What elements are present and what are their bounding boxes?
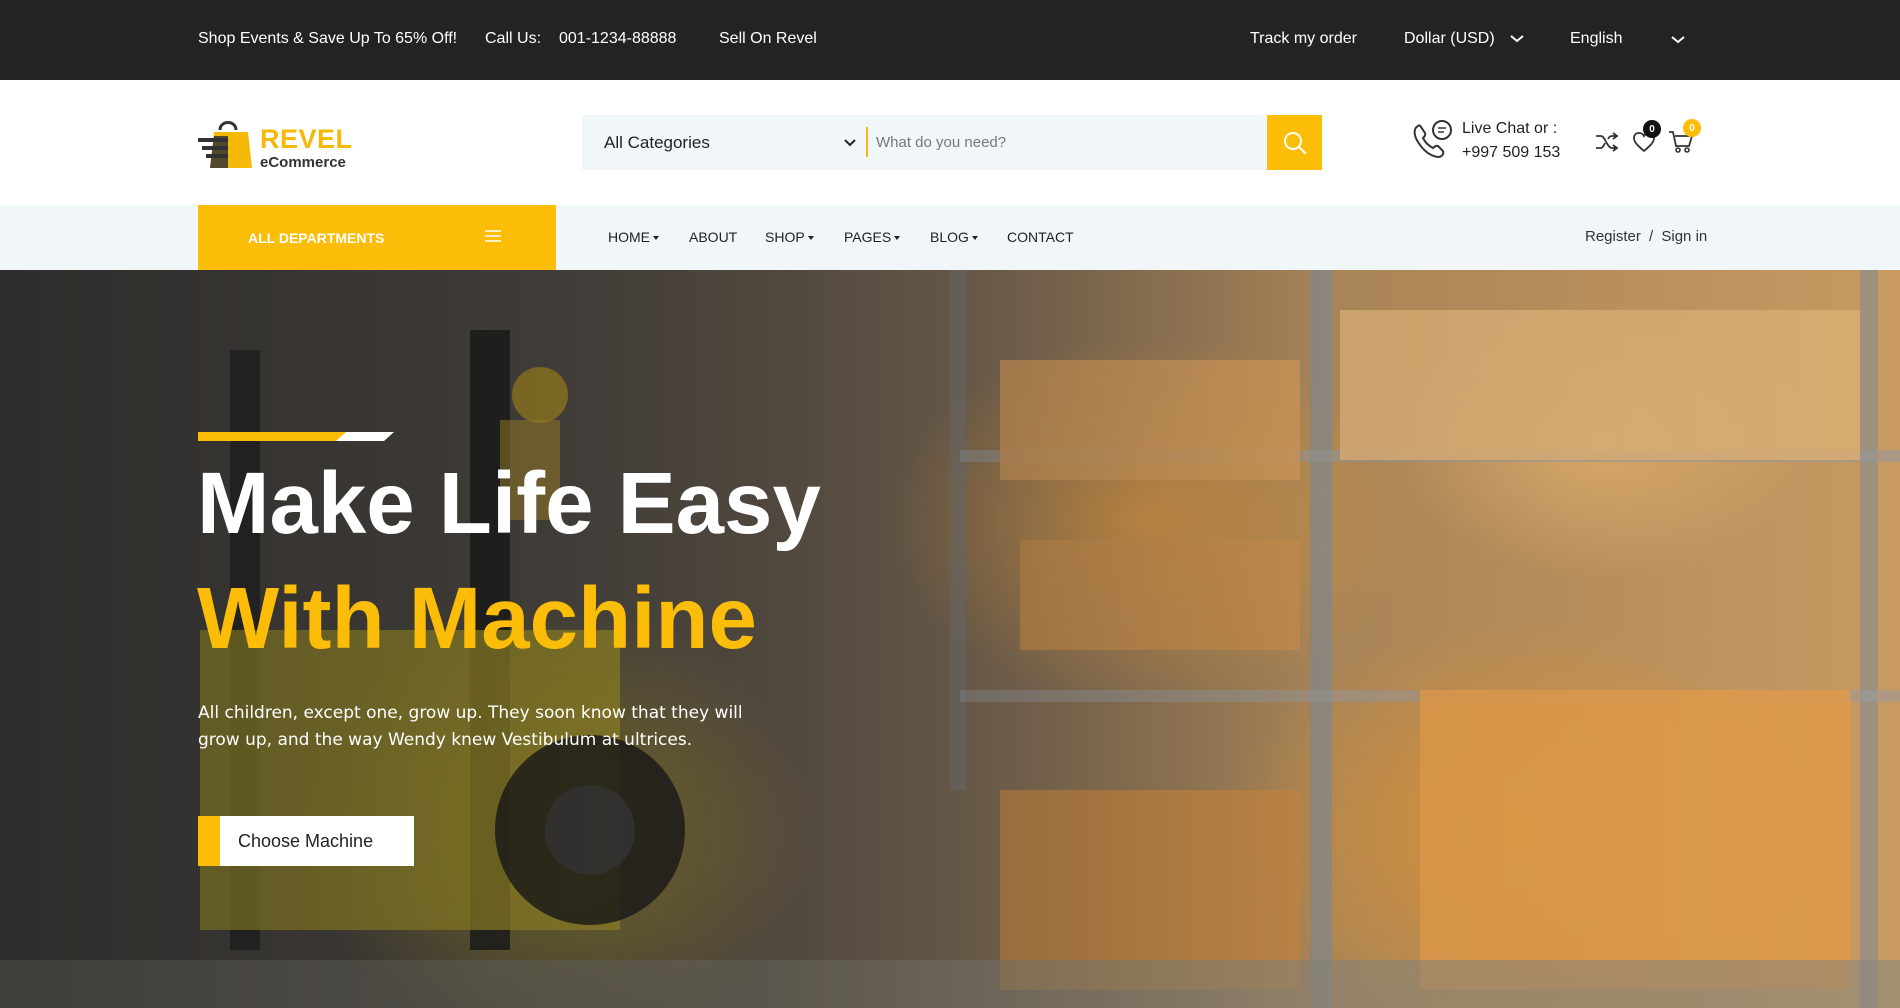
caret-down-icon <box>971 236 978 240</box>
category-select[interactable]: All Categories <box>604 133 710 153</box>
signin-link[interactable]: Sign in <box>1661 228 1707 245</box>
hero-description: All children, except one, grow up. They … <box>198 703 743 750</box>
chevron-down-icon[interactable] <box>844 139 856 147</box>
nav-item-blog[interactable]: BLOG <box>930 229 978 245</box>
track-order-link[interactable]: Track my order <box>1250 30 1357 48</box>
register-link[interactable]: Register <box>1585 228 1641 245</box>
site-header: REVEL eCommerce All Categories Live Chat… <box>0 80 1900 205</box>
live-chat-label: Live Chat or : <box>1462 120 1558 137</box>
hero-title-line1: Make Life Easy <box>197 455 821 552</box>
search-bar: All Categories <box>582 115 1322 170</box>
currency-select[interactable]: Dollar (USD) <box>1404 30 1525 48</box>
chevron-down-icon <box>1510 34 1524 43</box>
cart-count-badge: 0 <box>1683 119 1701 137</box>
chevron-down-icon[interactable] <box>1670 35 1686 45</box>
nav-label: BLOG <box>930 229 969 245</box>
nav-label: HOME <box>608 229 650 245</box>
caret-down-icon <box>653 236 659 240</box>
nav-label: PAGES <box>844 229 892 245</box>
search-divider <box>866 127 868 157</box>
logo-subtitle: eCommerce <box>260 154 346 171</box>
top-bar: Shop Events & Save Up To 65% Off! Call U… <box>0 0 1900 80</box>
phone-chat-icon <box>1413 120 1452 159</box>
auth-separator: / <box>1649 228 1654 245</box>
choose-machine-button[interactable]: Choose Machine <box>198 816 414 866</box>
site-logo[interactable]: REVEL eCommerce <box>198 116 358 172</box>
search-button[interactable] <box>1267 115 1322 170</box>
nav-item-shop[interactable]: SHOP <box>765 229 814 245</box>
call-label: Call Us: <box>485 30 542 47</box>
caret-down-icon <box>807 236 814 240</box>
caret-down-icon <box>894 236 901 240</box>
compare-button[interactable] <box>1593 128 1621 156</box>
language-label: English <box>1570 30 1623 47</box>
shuffle-icon <box>1596 132 1619 152</box>
hero-banner: Make Life Easy With Machine All children… <box>0 270 1900 1008</box>
all-departments-button[interactable]: ALL DEPARTMENTS <box>198 205 556 270</box>
language-select[interactable]: English <box>1570 30 1622 48</box>
title-accent-bar <box>198 432 394 441</box>
live-chat-contact[interactable]: Live Chat or : +997 509 153 <box>1410 118 1590 168</box>
menu-icon <box>485 230 501 242</box>
main-navigation: ALL DEPARTMENTS HOME ABOUT SHOP PAGES BL… <box>0 205 1900 270</box>
phone-link[interactable]: 001-1234-88888 <box>559 30 676 48</box>
nav-item-about[interactable]: ABOUT <box>689 229 737 245</box>
all-departments-label: ALL DEPARTMENTS <box>248 230 385 246</box>
live-chat-phone: +997 509 153 <box>1462 144 1561 161</box>
search-input[interactable] <box>876 115 1276 170</box>
search-icon <box>1283 131 1307 155</box>
nav-item-pages[interactable]: PAGES <box>844 229 901 245</box>
hero-title-line2: With Machine <box>197 570 757 667</box>
nav-label: ABOUT <box>689 229 738 245</box>
logo-brand: REVEL <box>260 124 353 154</box>
promo-text: Shop Events & Save Up To 65% Off! <box>198 30 458 47</box>
nav-item-contact[interactable]: CONTACT <box>1007 229 1074 245</box>
nav-label: SHOP <box>765 229 805 245</box>
wishlist-count-badge: 0 <box>1643 120 1661 138</box>
nav-label: CONTACT <box>1007 229 1074 245</box>
auth-links: Register / Sign in <box>1585 228 1707 245</box>
sell-link[interactable]: Sell On Revel <box>719 30 817 48</box>
nav-item-home[interactable]: HOME <box>608 229 659 245</box>
currency-label: Dollar (USD) <box>1404 30 1495 47</box>
shopping-bag-icon <box>198 121 252 168</box>
